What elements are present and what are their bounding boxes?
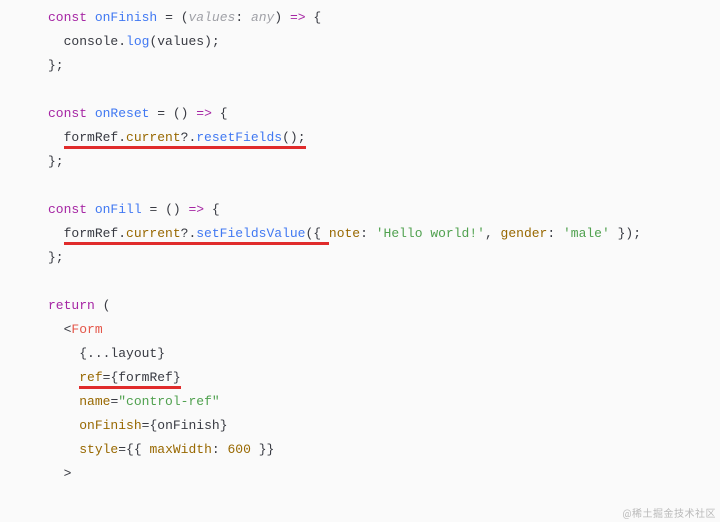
method-resetfields: resetFields (196, 130, 282, 145)
prop-gender: gender (501, 226, 548, 241)
string-control-ref: "control-ref" (118, 394, 219, 409)
method-log: log (126, 34, 149, 49)
ident-console: console (64, 34, 119, 49)
prop-maxwidth: maxWidth (149, 442, 211, 457)
line-17: name="control-ref" (48, 394, 220, 409)
param: values (189, 10, 236, 25)
method-setfieldsvalue: setFieldsValue (196, 226, 305, 241)
string-hello: 'Hello world!' (376, 226, 485, 241)
string-male: 'male' (563, 226, 610, 241)
line-2: console.log(values); (48, 34, 220, 49)
line-6: formRef.current?.resetFields(); (48, 130, 306, 149)
number-600: 600 (228, 442, 251, 457)
attr-style: style (79, 442, 118, 457)
line-9: const onFill = () => { (48, 202, 220, 217)
keyword-return: return (48, 298, 95, 313)
fn-name: onFinish (95, 10, 157, 25)
attr-ref: ref (79, 370, 102, 385)
code-block: const onFinish = (values: any) => { cons… (0, 0, 720, 486)
line-5: const onReset = () => { (48, 106, 228, 121)
jsx-tag-form: Form (71, 322, 102, 337)
attr-name: name (79, 394, 110, 409)
watermark: @稀土掘金技术社区 (623, 505, 716, 520)
line-20: > (48, 466, 71, 481)
underline-ref: ref={formRef} (79, 370, 180, 389)
line-10: formRef.current?.setFieldsValue({ note: … (48, 226, 641, 245)
line-11: }; (48, 250, 64, 265)
prop-note: note (329, 226, 360, 241)
line-15: {...layout} (48, 346, 165, 361)
attr-onfinish: onFinish (79, 418, 141, 433)
line-16: ref={formRef} (48, 370, 181, 389)
jsx-spread: {...layout} (79, 346, 165, 361)
line-19: style={{ maxWidth: 600 }} (48, 442, 274, 457)
line-3: }; (48, 58, 64, 73)
fn-name: onReset (95, 106, 150, 121)
underline-setfieldsvalue: formRef.current?.setFieldsValue({ (64, 226, 329, 245)
keyword-const: const (48, 10, 87, 25)
line-1: const onFinish = (values: any) => { (48, 10, 321, 25)
line-18: onFinish={onFinish} (48, 418, 228, 433)
line-13: return ( (48, 298, 110, 313)
fn-name: onFill (95, 202, 142, 217)
line-14: <Form (48, 322, 103, 337)
line-7: }; (48, 154, 64, 169)
type-any: any (251, 10, 274, 25)
underline-resetfields: formRef.current?.resetFields(); (64, 130, 306, 149)
